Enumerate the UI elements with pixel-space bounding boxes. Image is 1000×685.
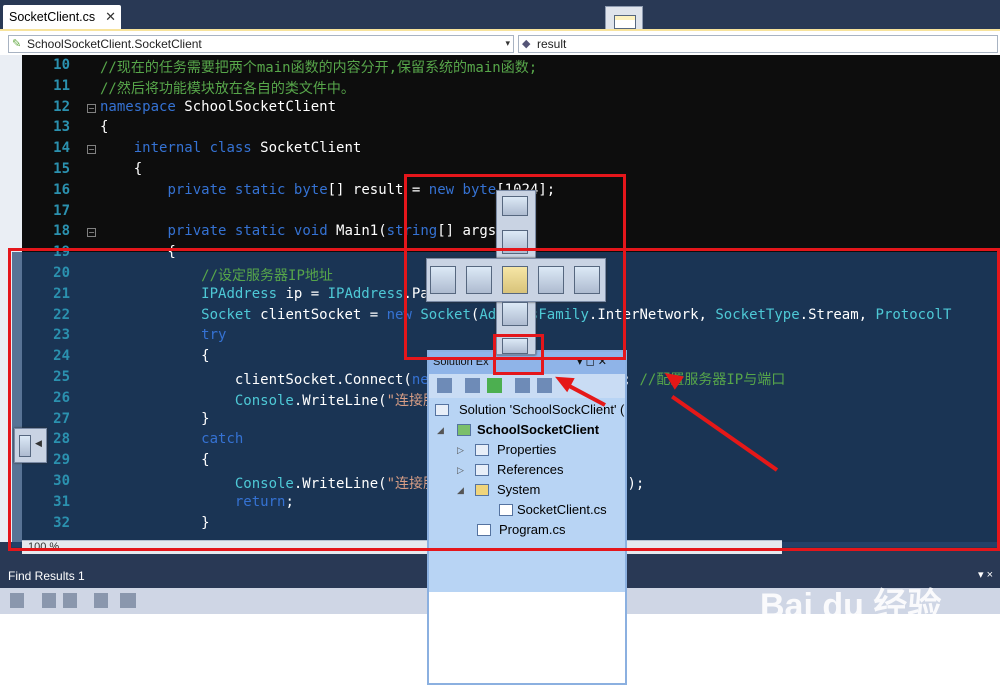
document-tab-strip: SocketClient.cs ✕ ▲ (0, 0, 1000, 46)
line-number: 10 (53, 57, 70, 73)
ide-window: SocketClient.cs ✕ ▲ ✎ SchoolSocketClient… (0, 0, 1000, 685)
line-number: 13 (53, 119, 70, 136)
tab-socketclient-cs[interactable]: SocketClient.cs ✕ (3, 5, 121, 29)
code-line[interactable]: internal class SocketClient (100, 140, 362, 156)
code-line[interactable]: { (100, 161, 142, 177)
close-tab-icon[interactable]: ✕ (105, 9, 116, 25)
binoculars-icon[interactable] (120, 593, 136, 608)
member-dropdown[interactable]: ◆ result (518, 35, 998, 53)
tab-label: SocketClient.cs (9, 10, 96, 24)
line-number: 16 (53, 181, 70, 198)
line-number: 17 (53, 202, 70, 219)
outline-collapse-icon[interactable]: − (87, 228, 96, 238)
class-dropdown[interactable]: ✎ SchoolSocketClient.SocketClient ▾ (8, 35, 514, 53)
annotation-box-bottom-region (8, 248, 1000, 551)
line-number: 15 (53, 161, 70, 177)
find-results-title: Find Results 1 (8, 569, 85, 583)
chevron-down-icon: ▾ (505, 38, 510, 48)
line-number: 18 (53, 223, 70, 240)
clear-all-icon[interactable] (94, 593, 108, 608)
next-result-icon[interactable] (63, 593, 77, 608)
watermark-main: Bai du 经验 (760, 587, 942, 625)
line-number: 12 (53, 98, 70, 115)
baidu-watermark: Bai du 经验 jingyan.baidu.com (760, 578, 941, 643)
outline-collapse-icon[interactable]: − (87, 145, 96, 155)
member-dropdown-value: result (537, 37, 567, 51)
field-icon: ◆ (522, 38, 531, 50)
line-number: 14 (53, 140, 70, 157)
code-line[interactable]: //现在的任务需要把两个main函数的内容分开,保留系统的main函数; (100, 57, 537, 77)
code-line[interactable]: namespace SchoolSocketClient (100, 99, 336, 115)
code-line[interactable]: { (100, 119, 108, 135)
class-icon: ✎ (12, 38, 22, 50)
previous-result-icon[interactable] (42, 593, 56, 608)
outline-collapse-icon[interactable]: − (87, 103, 96, 113)
goto-location-icon[interactable] (10, 593, 24, 608)
code-line[interactable]: //然后将功能模块放在各自的类文件中。 (100, 78, 355, 98)
panel-options-icon[interactable]: ▾ × (978, 568, 993, 581)
watermark-sub: jingyan.baidu.com (768, 627, 881, 643)
annotation-box-bottom-guide (493, 334, 544, 375)
line-number: 11 (53, 77, 70, 94)
class-dropdown-value: SchoolSocketClient.SocketClient (27, 37, 202, 51)
solution-explorer-empty-area (429, 592, 625, 683)
navigation-bar: ✎ SchoolSocketClient.SocketClient ▾ ◆ re… (0, 29, 1000, 55)
